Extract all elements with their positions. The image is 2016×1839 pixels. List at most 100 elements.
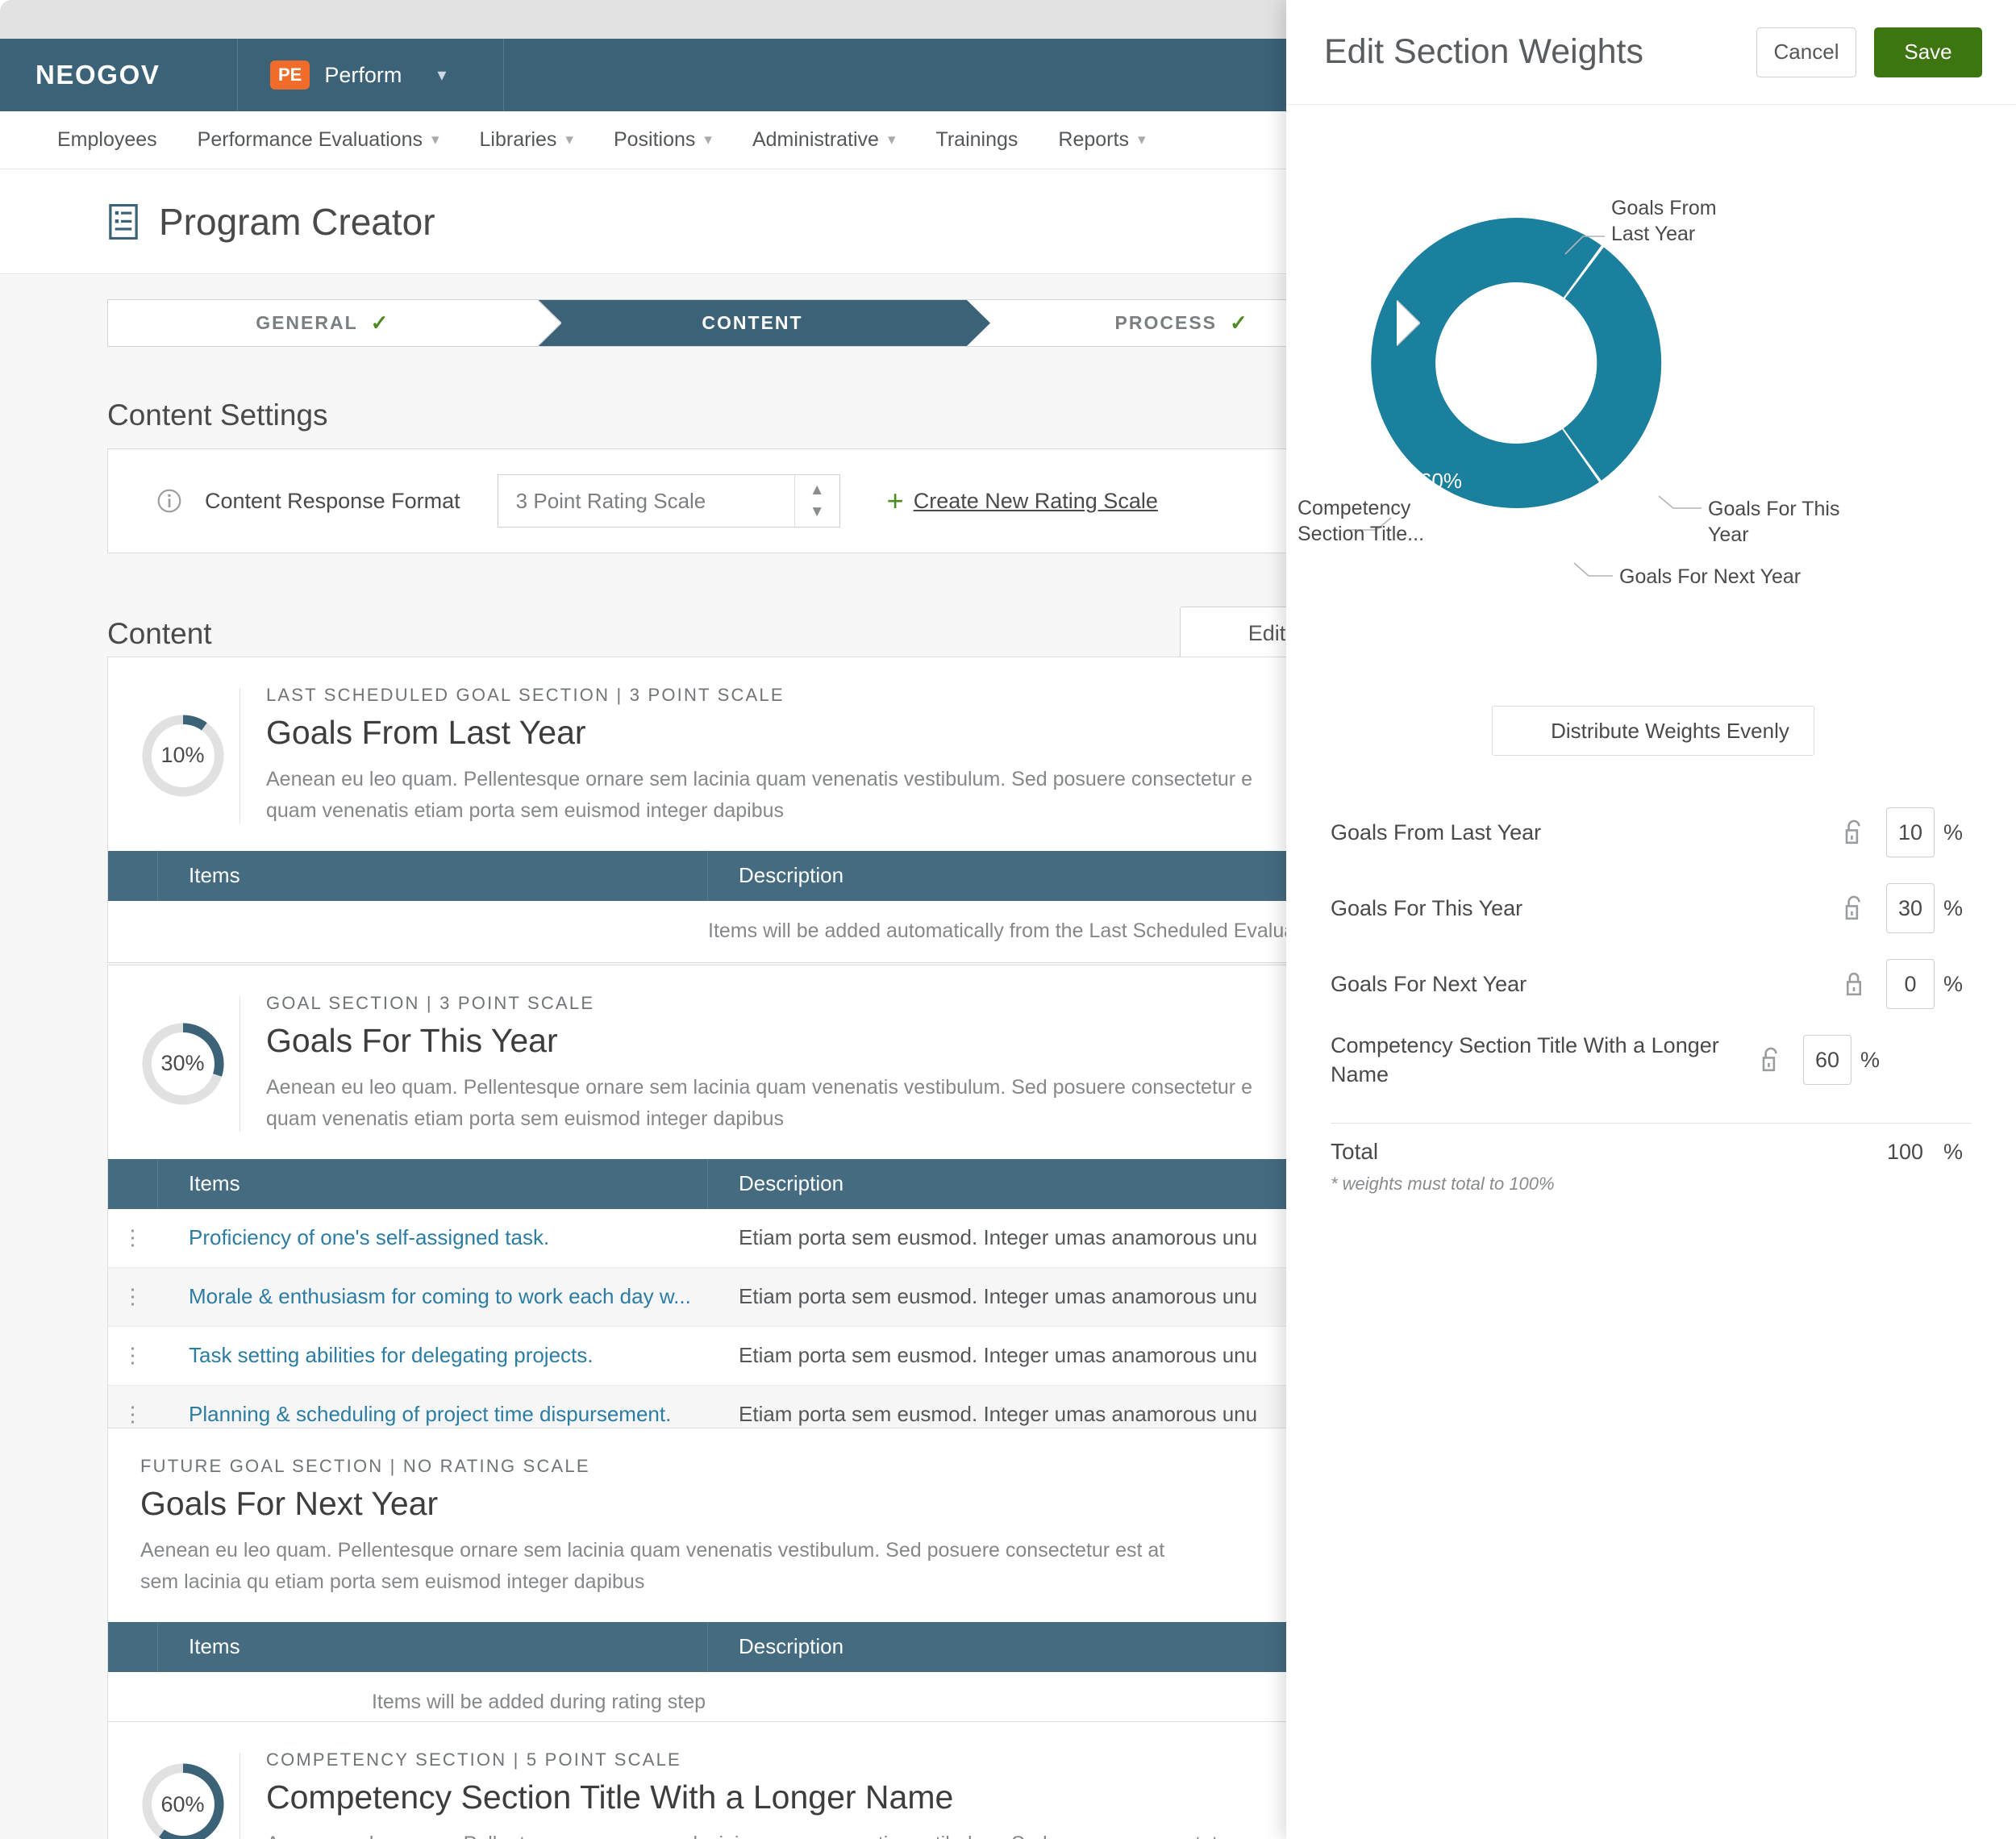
weight-row-goals-for-this-year: Goals For This Year 30 %: [1331, 870, 1972, 946]
section-description: Aenean eu leo quam. Pellentesque ornare …: [266, 1076, 1252, 1130]
nav-label: Administrative: [752, 128, 879, 151]
weight-donut-label: 30%: [160, 1051, 205, 1076]
items-column-header: Items: [158, 1158, 708, 1209]
items-column-header: Items: [158, 1621, 708, 1672]
section-card-competency: 60% COMPETENCY SECTION | 5 POINT SCALE C…: [107, 1721, 1397, 1839]
info-icon[interactable]: [156, 488, 182, 514]
drag-handle-icon[interactable]: ⋮: [108, 1225, 158, 1250]
nav-item-employees[interactable]: Employees: [37, 128, 177, 152]
table-empty-message: Items will be added automatically from t…: [708, 920, 1317, 942]
items-column-header: Items: [158, 850, 708, 901]
product-switcher[interactable]: PE Perform ▾: [238, 39, 504, 111]
weights-list: Goals From Last Year 10 % Goals For This…: [1331, 794, 1972, 1098]
nav-item-libraries[interactable]: Libraries ▾: [460, 128, 594, 152]
table-row[interactable]: ⋮ Proficiency of one's self-assigned tas…: [108, 1209, 1397, 1268]
svg-text:Last Year: Last Year: [1611, 223, 1695, 245]
product-badge: PE: [270, 60, 310, 90]
step-content[interactable]: CONTENT: [537, 300, 991, 346]
weight-row-competency: Competency Section Title With a Longer N…: [1331, 1022, 1972, 1098]
slice-label-competency: Competency: [1297, 497, 1411, 519]
percent-symbol: %: [1943, 819, 1963, 844]
unlock-icon[interactable]: [1758, 1045, 1784, 1074]
table-row[interactable]: ⋮ Morale & enthusiasm for coming to work…: [108, 1267, 1397, 1327]
brand-name: NEOGOV: [35, 60, 160, 90]
item-link[interactable]: Task setting abilities for delegating pr…: [158, 1343, 708, 1368]
nav-item-positions[interactable]: Positions ▾: [594, 128, 732, 152]
weight-input[interactable]: 30: [1886, 883, 1935, 933]
section-name: Goals From Last Year: [266, 714, 586, 751]
drag-handle-icon[interactable]: ⋮: [108, 1284, 158, 1309]
section-kicker: LAST SCHEDULED GOAL SECTION | 3 POINT SC…: [266, 685, 785, 705]
pie-slice-icon: [1518, 722, 1528, 740]
document-list-icon: [109, 203, 138, 240]
step-general[interactable]: GENERAL ✓: [108, 300, 561, 346]
nav-label: Libraries: [479, 128, 557, 151]
create-new-rating-scale-link[interactable]: + Create New Rating Scale: [887, 486, 1158, 515]
plus-icon: +: [886, 484, 904, 517]
chevron-down-icon: ▾: [1137, 131, 1146, 148]
weight-row-label: Goals From Last Year: [1331, 819, 1542, 844]
cancel-button[interactable]: Cancel: [1756, 27, 1856, 77]
weight-donut-label: 60%: [160, 1791, 205, 1816]
item-link[interactable]: Morale & enthusiasm for coming to work e…: [158, 1284, 708, 1309]
item-link[interactable]: Planning & scheduling of project time di…: [158, 1402, 708, 1427]
drag-column-header: [108, 1621, 158, 1672]
chevron-down-icon: ▾: [437, 65, 447, 85]
weight-input[interactable]: 10: [1886, 807, 1935, 857]
donut-chart: 10% 30% 60% Goals From Last Year Goals F…: [1297, 197, 1839, 546]
chevron-down-icon: ▾: [887, 131, 896, 148]
nav-item-performance-evaluations[interactable]: Performance Evaluations ▾: [177, 128, 460, 152]
table-row[interactable]: ⋮ Task setting abilities for delegating …: [108, 1327, 1397, 1386]
drag-handle-icon[interactable]: ⋮: [108, 1402, 158, 1427]
distribute-label: Distribute Weights Evenly: [1551, 718, 1789, 743]
nav-label: Performance Evaluations: [197, 128, 423, 151]
total-divider: [1331, 1123, 1972, 1124]
percent-symbol: %: [1943, 1139, 1963, 1164]
weight-row-goals-for-next-year: Goals For Next Year 0 %: [1331, 946, 1972, 1022]
weight-row-label: Competency Section Title With a Longer N…: [1331, 1032, 1719, 1086]
section-description: Aenean eu leo quam. Pellentesque ornare …: [266, 1829, 1306, 1839]
item-link[interactable]: Proficiency of one's self-assigned task.: [158, 1225, 708, 1250]
slice-label-goals-for-next-year: Goals For Next Year: [1619, 565, 1801, 588]
weight-donut: 60%: [141, 1762, 225, 1839]
content-response-format-select[interactable]: 3 Point Rating Scale ▲ ▼: [497, 474, 840, 528]
nav-label: Employees: [57, 128, 157, 151]
select-value: 3 Point Rating Scale: [515, 488, 706, 513]
weight-input[interactable]: 60: [1803, 1035, 1851, 1085]
content-response-format-label: Content Response Format: [205, 488, 460, 513]
distribute-weights-evenly-button[interactable]: Distribute Weights Evenly: [1492, 706, 1814, 756]
weight-row-label: Goals For This Year: [1331, 895, 1523, 920]
content-settings-card: Content Response Format 3 Point Rating S…: [107, 448, 1397, 553]
wizard-stepper: GENERAL ✓ CONTENT PROCESS ✓: [107, 299, 1421, 347]
drag-handle-icon[interactable]: ⋮: [108, 1343, 158, 1368]
drag-column-header: [108, 850, 158, 901]
table-header: Items Description: [108, 850, 1397, 901]
product-name: Perform: [324, 62, 402, 87]
step-label: PROCESS: [1114, 312, 1218, 333]
lock-icon[interactable]: [1841, 970, 1867, 999]
content-settings-title: Content Settings: [107, 398, 328, 432]
section-kicker: FUTURE GOAL SECTION | NO RATING SCALE: [140, 1456, 590, 1476]
section-description: Aenean eu leo quam. Pellentesque ornare …: [140, 1539, 1165, 1593]
brand-logo[interactable]: NEOGOV: [0, 39, 238, 111]
unlock-icon[interactable]: [1841, 818, 1867, 847]
section-name: Competency Section Title With a Longer N…: [266, 1779, 954, 1816]
save-button[interactable]: Save: [1874, 27, 1982, 77]
nav-item-administrative[interactable]: Administrative ▾: [732, 128, 916, 152]
nav-item-reports[interactable]: Reports ▾: [1038, 128, 1165, 152]
slice-label-goals-from-last-year: Goals From: [1611, 197, 1717, 219]
weight-row-label: Goals For Next Year: [1331, 971, 1527, 996]
unlock-icon[interactable]: [1841, 894, 1867, 923]
total-note: * weights must total to 100%: [1331, 1174, 1555, 1194]
section-name: Goals For This Year: [266, 1022, 558, 1059]
chevron-down-icon: ▾: [565, 131, 573, 148]
nav-item-trainings[interactable]: Trainings: [916, 128, 1039, 152]
nav-label: Positions: [613, 128, 696, 151]
chevron-down-icon: ▾: [431, 131, 439, 148]
weight-input[interactable]: 0: [1886, 959, 1935, 1009]
app-root: NEOGOV PE Perform ▾ Search Employees Per…: [0, 0, 2016, 1839]
edit-section-weights-panel: Edit Section Weights Cancel Save 10% 30%…: [1286, 0, 2016, 1839]
slice-value-30: 30%: [1612, 467, 1654, 491]
section-kicker: COMPETENCY SECTION | 5 POINT SCALE: [266, 1749, 681, 1770]
stepper-arrows-icon[interactable]: ▲ ▼: [793, 475, 839, 527]
